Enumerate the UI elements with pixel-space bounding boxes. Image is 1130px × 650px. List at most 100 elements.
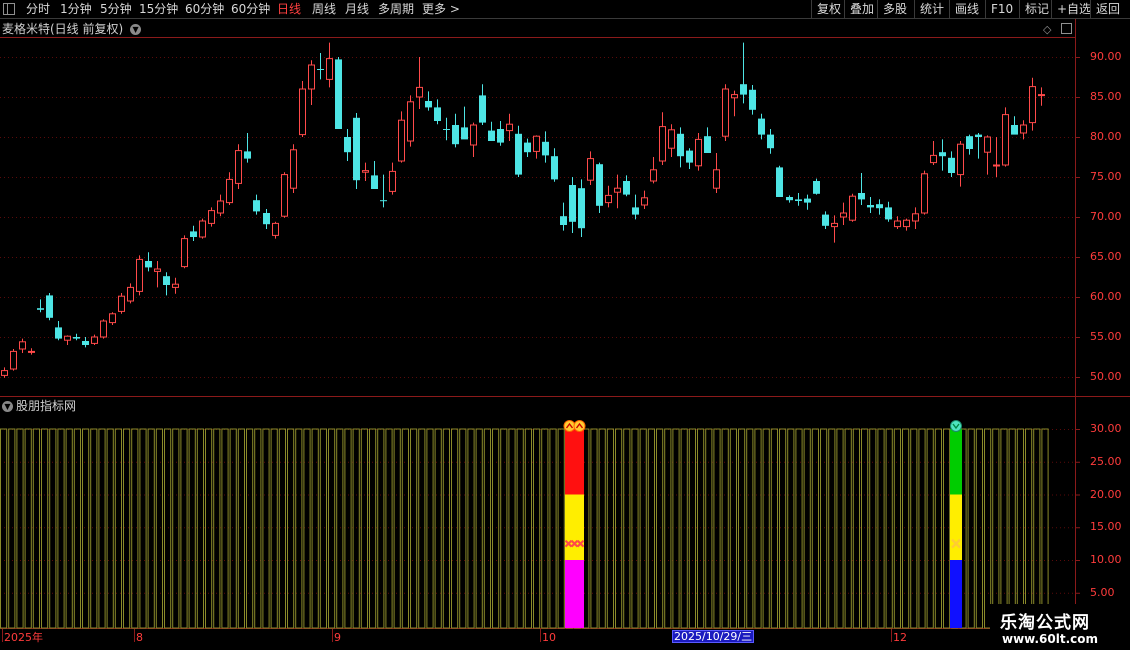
candle-body-down (686, 150, 693, 163)
indicator-column (287, 428, 295, 629)
candle-body-down (452, 125, 459, 145)
candle-body-up (1038, 94, 1045, 97)
candle-body-up (154, 268, 161, 272)
indicator-column (1025, 428, 1033, 629)
indicator-title-text: 股朋指标网 (16, 399, 77, 413)
indicator-column (803, 428, 811, 629)
candle-body-up (19, 341, 26, 350)
candle-body-down (461, 127, 468, 140)
candle-body-down (975, 134, 982, 137)
candle-body-up (281, 174, 288, 217)
candle-body-up (407, 101, 414, 142)
indicator-column (508, 428, 516, 629)
indicator-column (664, 428, 672, 629)
indicator-column (229, 428, 237, 629)
candle-body-down (488, 130, 495, 141)
indicator-column (516, 428, 524, 629)
indicator-column (180, 428, 188, 629)
chevron-down-icon[interactable]: ▼ (130, 24, 142, 35)
candle-body-down (740, 84, 747, 95)
candle-body-up (1029, 86, 1036, 124)
window-toggle-icon[interactable] (1061, 23, 1073, 34)
indicator-column (967, 428, 975, 629)
indicator-column (557, 428, 565, 629)
indicator-column (688, 428, 696, 629)
indicator-column (811, 428, 819, 629)
indicator-column (787, 428, 795, 629)
indicator-column (746, 428, 754, 629)
indicator-column (738, 428, 746, 629)
price-tick-label: 85.00 (1090, 90, 1122, 103)
chevron-down-icon[interactable]: ▼ (2, 401, 13, 412)
candle-body-down (596, 164, 603, 206)
candle-body-up (840, 212, 847, 218)
candle-body-down (813, 181, 820, 194)
candle-body-up (614, 187, 621, 193)
candle-body-down (335, 59, 342, 129)
indicator-column (975, 428, 983, 629)
candle-body-down (804, 198, 811, 203)
indicator-column (672, 428, 680, 629)
signal-band-green (950, 429, 962, 495)
candle-body-up (10, 350, 17, 370)
candle-body-up (1020, 124, 1027, 134)
candle-body-down (858, 193, 865, 200)
indicator-column (82, 428, 90, 629)
indicator-column (328, 428, 336, 629)
panel-controls: ◇ (1043, 21, 1073, 37)
indicator-column (647, 428, 655, 629)
candle-body-up (326, 58, 333, 80)
candle-body-up (272, 222, 279, 236)
indicator-column (295, 428, 303, 629)
indicator-column (656, 428, 664, 629)
candle-body-up (199, 220, 206, 238)
kline-chart[interactable] (0, 0, 1130, 650)
indicator-column (836, 428, 844, 629)
candle-body-up (605, 194, 612, 204)
indicator-column (934, 428, 942, 629)
date-label: 10 (542, 631, 556, 644)
indicator-column (131, 428, 139, 629)
candle-body-up (912, 213, 919, 222)
indicator-column (598, 428, 606, 629)
indicator-column (196, 428, 205, 629)
indicator-column (254, 428, 262, 629)
candle-body-up (587, 158, 594, 181)
candle-body-down (876, 204, 883, 209)
indicator-tick-label: 10.00 (1090, 553, 1122, 566)
indicator-column (139, 428, 147, 629)
candle-body-up (299, 88, 306, 136)
candle-body-down (542, 141, 549, 156)
candle-body-down (46, 295, 53, 318)
indicator-column (1033, 428, 1041, 629)
candle-body-up (930, 154, 937, 164)
candle-body-up (641, 197, 648, 206)
candle-body-down (244, 151, 251, 159)
indicator-column (902, 428, 910, 629)
indicator-column (65, 428, 73, 629)
indicator-column (606, 428, 614, 629)
indicator-column (779, 428, 787, 629)
indicator-column (713, 428, 721, 629)
indicator-column (705, 428, 713, 629)
candle-body-up (181, 238, 188, 268)
candle-body-up (731, 94, 738, 99)
indicator-column (754, 428, 762, 629)
candle-body-up (713, 169, 720, 189)
candle-body-up (136, 258, 143, 292)
indicator-column (8, 428, 16, 629)
indicator-column (680, 428, 688, 629)
candle-body-up (831, 222, 838, 228)
candle-body-up (290, 149, 297, 189)
indicator-column (147, 428, 155, 629)
indicator-column (451, 428, 459, 629)
candle-body-down (163, 276, 170, 285)
signal-band-base (950, 625, 962, 628)
candle-body-down (353, 117, 360, 181)
candle-body-down (885, 207, 892, 220)
candle-body-down (632, 207, 639, 215)
diamond-icon[interactable]: ◇ (1043, 23, 1051, 36)
price-tick-label: 75.00 (1090, 170, 1122, 183)
indicator-column (885, 428, 893, 629)
candle-body-down (425, 101, 432, 108)
